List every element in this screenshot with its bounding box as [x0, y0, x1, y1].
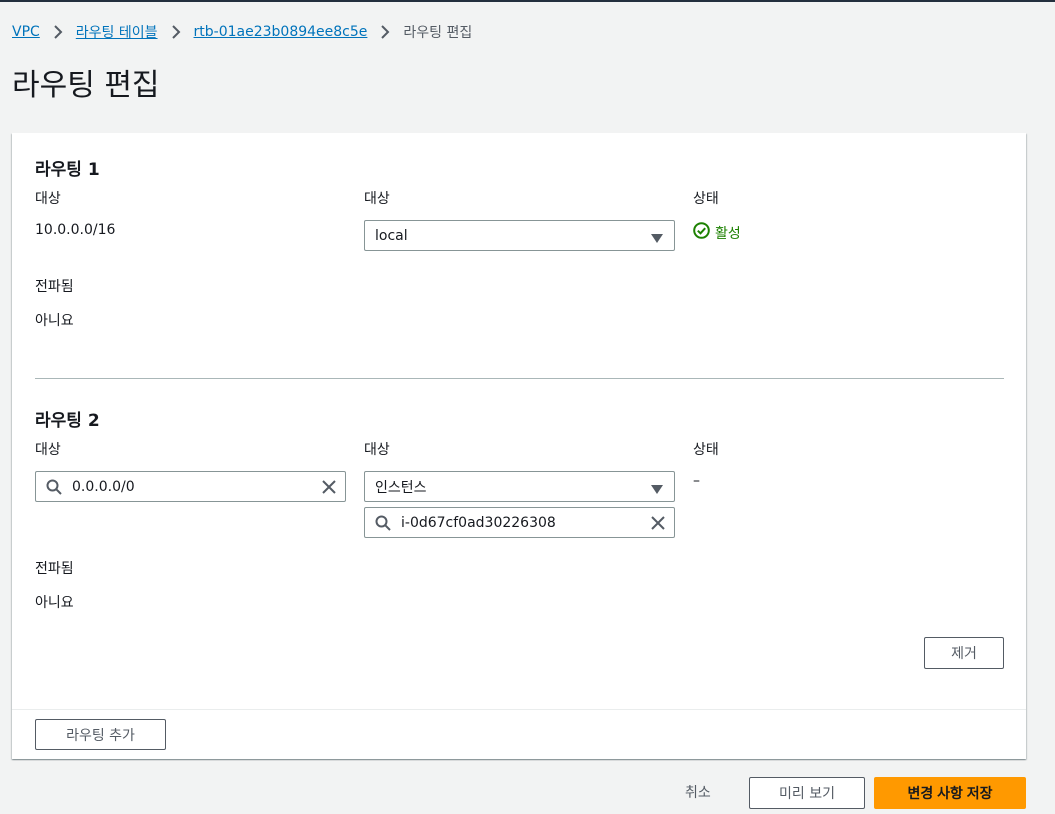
- route-1-title: 라우팅 1: [35, 160, 100, 180]
- route-1-target-select[interactable]: local: [364, 220, 675, 251]
- route-2-destination-input[interactable]: 0.0.0.0/0: [35, 471, 346, 502]
- chevron-right-icon: [40, 24, 76, 40]
- route-1-status-value: 활성: [715, 225, 741, 242]
- search-icon: [46, 479, 62, 499]
- route-2-propagated-value: 아니요: [35, 595, 74, 611]
- breadcrumb-route-table-id-link[interactable]: rtb-01ae23b0894ee8c5e: [194, 24, 368, 40]
- add-route-button[interactable]: 라우팅 추가: [35, 719, 166, 750]
- route-2-target-label: 대상: [364, 442, 390, 458]
- route-2-destination-label: 대상: [35, 442, 61, 458]
- route-divider: [35, 378, 1004, 379]
- route-1-target-label: 대상: [364, 191, 390, 207]
- search-icon: [375, 515, 391, 535]
- page-title: 라우팅 편집: [12, 68, 160, 103]
- remove-route-button[interactable]: 제거: [924, 637, 1004, 669]
- caret-down-icon: [651, 231, 663, 247]
- route-2-target-search-value: i-0d67cf0ad30226308: [401, 514, 556, 531]
- routes-panel: 라우팅 1 대상 10.0.0.0/16 대상 local 상태 활성 전파됨 …: [12, 133, 1026, 759]
- panel-footer-divider: [12, 709, 1026, 710]
- route-1-target-selected: local: [375, 227, 408, 244]
- route-2-status-label: 상태: [693, 442, 719, 458]
- route-1-propagated-value: 아니요: [35, 313, 74, 329]
- route-2-status-value: –: [693, 473, 700, 489]
- preview-button[interactable]: 미리 보기: [749, 777, 865, 809]
- route-1-status: 활성: [693, 222, 741, 243]
- cancel-button[interactable]: 취소: [685, 782, 711, 802]
- clear-icon[interactable]: [321, 479, 337, 499]
- route-2-propagated-label: 전파됨: [35, 561, 74, 577]
- route-2-title: 라우팅 2: [35, 411, 100, 431]
- breadcrumb-current: 라우팅 편집: [403, 25, 473, 41]
- route-1-status-label: 상태: [693, 191, 719, 207]
- route-1-propagated-label: 전파됨: [35, 279, 74, 295]
- save-changes-button[interactable]: 변경 사항 저장: [874, 777, 1026, 809]
- chevron-right-icon: [367, 24, 403, 40]
- breadcrumb-vpc-link[interactable]: VPC: [12, 24, 40, 40]
- route-2-target-search-input[interactable]: i-0d67cf0ad30226308: [364, 507, 675, 538]
- route-1-destination-label: 대상: [35, 191, 61, 207]
- chevron-right-icon: [158, 24, 194, 40]
- status-success-icon: [693, 222, 710, 243]
- route-2-destination-value: 0.0.0.0/0: [72, 478, 135, 495]
- breadcrumb-route-tables-link[interactable]: 라우팅 테이블: [76, 22, 158, 42]
- route-1-destination-value: 10.0.0.0/16: [35, 222, 116, 238]
- breadcrumb: VPC 라우팅 테이블 rtb-01ae23b0894ee8c5e 라우팅 편집: [12, 22, 472, 42]
- route-2-target-selected: 인스턴스: [375, 479, 427, 496]
- route-2-target-select[interactable]: 인스턴스: [364, 471, 675, 502]
- clear-icon[interactable]: [650, 515, 666, 535]
- caret-down-icon: [651, 482, 663, 498]
